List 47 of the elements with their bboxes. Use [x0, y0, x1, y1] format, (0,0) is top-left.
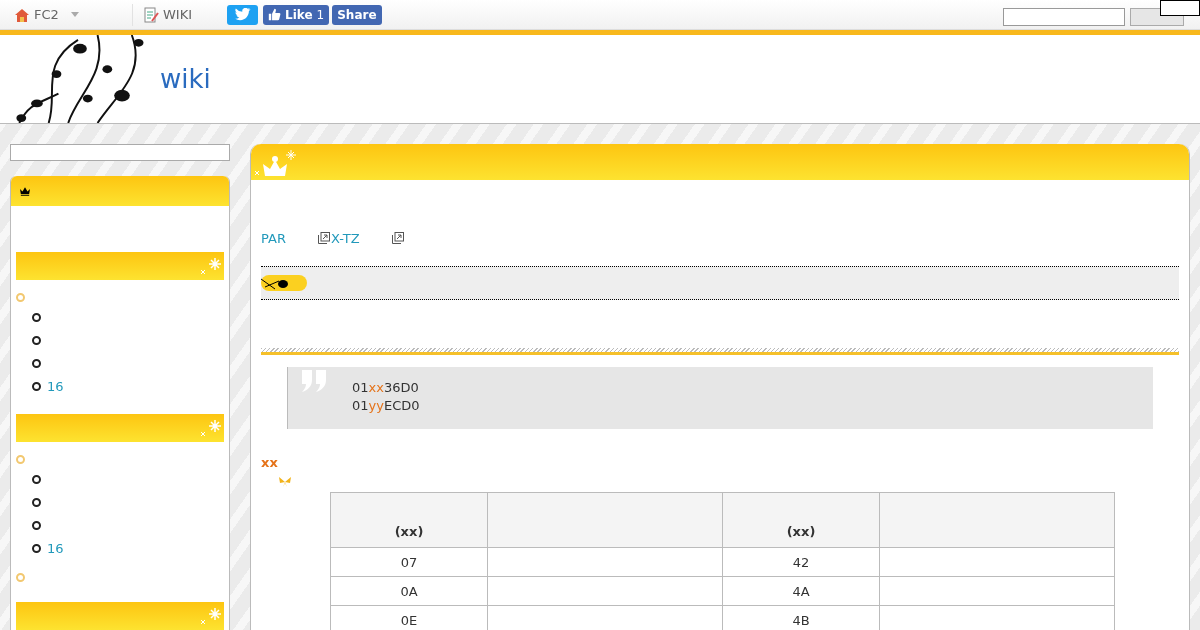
top-menu-item[interactable]: FC2 — [14, 3, 132, 26]
table-cell: 07 — [330, 547, 488, 577]
page-link[interactable] — [391, 232, 405, 244]
sidebar-link[interactable]: 16 — [47, 541, 64, 556]
column-header: (xx) — [330, 492, 488, 548]
table-cell: 0A — [330, 576, 488, 606]
bullet-icon — [32, 475, 41, 484]
bullet-icon — [32, 544, 41, 553]
bullet-icon — [32, 382, 41, 391]
like-button[interactable]: Like 1 — [263, 4, 330, 25]
table-cell: 4A — [722, 576, 880, 606]
thumbs-up-icon — [268, 8, 281, 21]
table-cell: 0E — [330, 605, 488, 630]
bullet-icon — [32, 336, 41, 345]
top-menu-item[interactable]: WIKI — [132, 3, 227, 26]
code-line: 01yyECD0 — [352, 397, 420, 415]
bird-icon — [234, 8, 251, 21]
page-link[interactable]: PAR — [261, 230, 286, 246]
bullet-icon — [16, 572, 25, 582]
search-field[interactable] — [10, 144, 230, 161]
butterfly-icon — [279, 477, 291, 487]
twitter-button[interactable] — [227, 4, 258, 25]
sparkle-icon — [200, 419, 222, 437]
site-title[interactable]: wiki — [160, 64, 211, 94]
popup-box — [1160, 0, 1200, 16]
bullet-icon — [32, 359, 41, 368]
share-button[interactable]: Share — [332, 4, 382, 25]
section-heading: xx — [261, 455, 279, 470]
crown-icon — [20, 186, 30, 196]
search-field[interactable] — [1003, 7, 1125, 26]
code-line: 01xx36D0 — [352, 379, 420, 397]
bullet-icon — [32, 313, 41, 322]
table-cell: 42 — [722, 547, 880, 577]
note-pencil-icon — [143, 6, 159, 23]
sparkle-icon — [200, 257, 222, 275]
bullet-icon — [16, 454, 25, 464]
page-link[interactable]: X-TZ — [317, 230, 360, 246]
sidebar-link[interactable]: 16 — [47, 379, 64, 394]
external-link-icon — [317, 232, 330, 244]
column-header: (xx) — [722, 492, 880, 548]
sparkle-icon — [200, 607, 222, 625]
bullet-icon — [32, 521, 41, 530]
house-icon — [14, 6, 30, 23]
external-link-icon — [391, 232, 404, 244]
bullet-icon — [16, 292, 25, 302]
bullet-icon — [32, 498, 41, 507]
caret-icon — [70, 12, 79, 17]
